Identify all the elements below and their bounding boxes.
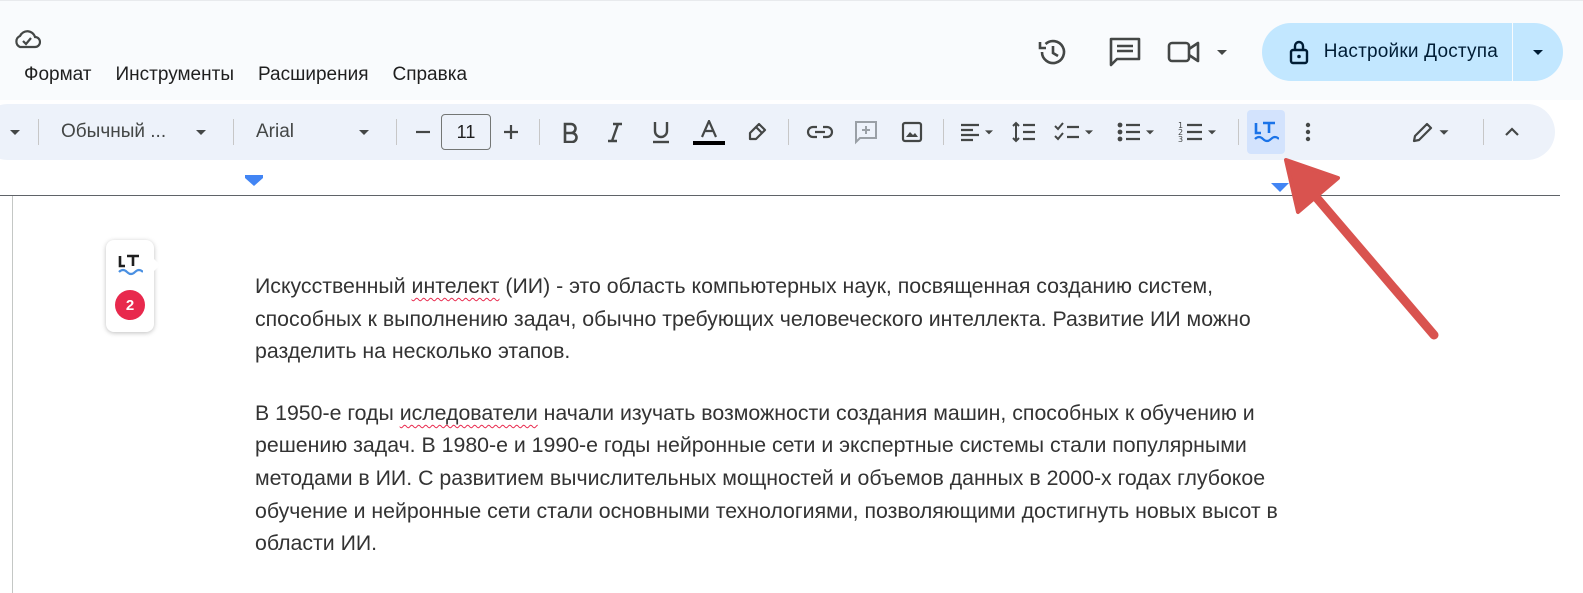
video-icon: [1167, 41, 1200, 63]
chevron-down-icon: [985, 130, 993, 135]
insert-link-button[interactable]: [797, 112, 843, 152]
font-size-input[interactable]: 11: [441, 114, 491, 150]
align-button[interactable]: [952, 112, 1004, 152]
font-select[interactable]: Arial: [242, 112, 388, 152]
chevron-down-icon: [359, 130, 369, 135]
toolbar-divider: [396, 119, 397, 145]
chevron-down-icon: [10, 130, 20, 135]
paragraph-style-value: Обычный ...: [61, 121, 167, 142]
paragraph-2: В 1950-е годы иследователи начали изучат…: [255, 397, 1295, 560]
line-spacing-button[interactable]: [1004, 112, 1044, 152]
document-body[interactable]: Искусственный интелект (ИИ) - это област…: [255, 270, 1295, 589]
link-icon: [806, 125, 834, 139]
svg-text:3: 3: [1178, 135, 1183, 144]
toolbar-divider: [1483, 119, 1484, 145]
highlighter-icon: [748, 122, 767, 141]
edit-mode-icon: [1412, 122, 1433, 143]
toolbar-divider: [943, 119, 944, 145]
text-run: Искусственный: [255, 274, 412, 298]
add-comment-button[interactable]: [843, 112, 889, 152]
font-value: Arial: [256, 121, 295, 142]
insert-image-button[interactable]: [889, 112, 935, 152]
align-icon: [961, 123, 979, 142]
misspelled-word[interactable]: интелект: [412, 274, 500, 298]
languagetool-widget[interactable]: 2: [106, 240, 160, 332]
misspelled-word[interactable]: иследователи: [400, 401, 538, 425]
chevron-down-icon: [1533, 50, 1543, 55]
chevron-down-icon: [1085, 130, 1093, 135]
plus-icon: [504, 125, 518, 139]
paragraph-style-select[interactable]: Обычный ...: [47, 112, 225, 152]
chevron-down-icon: [1146, 130, 1154, 135]
minus-icon: [416, 130, 430, 134]
numbered-list-icon: 123: [1178, 121, 1202, 144]
toolbar-divider: [233, 119, 234, 145]
languagetool-button[interactable]: [1247, 110, 1285, 154]
toolbar-divider: [788, 119, 789, 145]
text-color-button[interactable]: [684, 112, 734, 152]
image-icon: [901, 121, 923, 143]
error-count-badge: 2: [115, 290, 145, 320]
line-spacing-icon: [1012, 121, 1035, 143]
top-bar: Формат Инструменты Расширения Справка На…: [0, 0, 1583, 100]
menu-extensions[interactable]: Расширения: [246, 61, 381, 89]
chevron-down-icon: [1216, 50, 1227, 55]
toolbar-divider: [1238, 119, 1239, 145]
share-button-group: Настройки Доступа: [1261, 23, 1563, 81]
toolbar-divider: [38, 119, 39, 145]
text-run: В 1950-е годы: [255, 400, 400, 425]
chevron-down-icon: [196, 130, 206, 135]
chevron-down-icon: [1439, 130, 1449, 135]
italic-button[interactable]: [592, 112, 638, 152]
checklist-icon: [1054, 122, 1079, 141]
numbered-list-button[interactable]: 123: [1168, 112, 1230, 152]
italic-icon: [608, 122, 622, 143]
menu-tools[interactable]: Инструменты: [104, 61, 246, 89]
bullet-list-icon: [1117, 122, 1140, 142]
toolbar-overflow-dropdown[interactable]: [0, 112, 30, 152]
menu-bar: Формат Инструменты Расширения Справка: [12, 61, 479, 89]
share-button[interactable]: Настройки Доступа: [1262, 23, 1512, 81]
more-icon: [1305, 122, 1311, 142]
cloud-icon[interactable]: [12, 27, 42, 51]
collapse-icon: [1505, 127, 1519, 136]
share-dropdown[interactable]: [1513, 23, 1563, 81]
decrease-font-size-button[interactable]: [405, 112, 441, 152]
add-comment-icon: [855, 121, 877, 145]
text-color-swatch: [693, 140, 725, 145]
collapse-toolbar-button[interactable]: [1492, 112, 1532, 152]
bold-button[interactable]: [548, 112, 592, 152]
languagetool-icon: [1254, 121, 1279, 143]
paragraph-1: Искусственный интелект (ИИ) - это област…: [255, 270, 1295, 368]
highlight-color-button[interactable]: [734, 112, 780, 152]
languagetool-icon: [118, 254, 143, 276]
increase-font-size-button[interactable]: [491, 112, 531, 152]
toolbar-divider: [539, 119, 540, 145]
more-options-button[interactable]: [1285, 112, 1331, 152]
chevron-down-icon: [1208, 130, 1216, 135]
underline-button[interactable]: [638, 112, 684, 152]
checklist-button[interactable]: [1044, 112, 1106, 152]
video-call-button[interactable]: [1162, 29, 1238, 75]
editing-mode-button[interactable]: [1397, 112, 1467, 152]
bullet-list-button[interactable]: [1106, 112, 1168, 152]
lock-icon: [1289, 40, 1308, 65]
text-color-icon: [700, 119, 718, 137]
annotation-arrow: [1284, 158, 1439, 340]
page-edge: [12, 196, 13, 593]
menu-help[interactable]: Справка: [380, 61, 479, 89]
comment-icon[interactable]: [1102, 29, 1148, 75]
menu-format[interactable]: Формат: [12, 61, 104, 89]
bold-icon: [563, 122, 578, 143]
widget-pointer: [153, 258, 160, 272]
left-indent-marker[interactable]: [245, 178, 263, 186]
share-label: Настройки Доступа: [1323, 41, 1498, 62]
underline-icon: [653, 122, 669, 144]
history-icon[interactable]: [1030, 29, 1076, 75]
